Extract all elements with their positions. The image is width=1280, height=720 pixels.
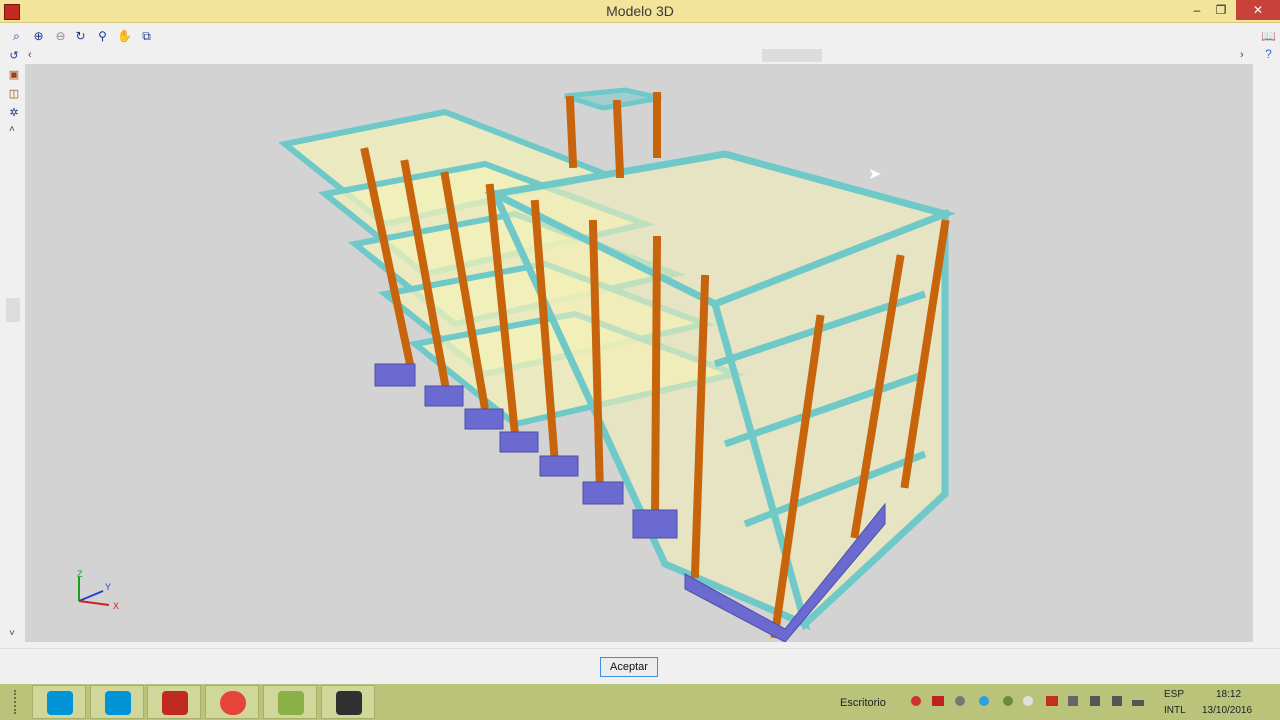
scroll-left-icon[interactable]: ‹ <box>28 49 32 61</box>
footing <box>499 431 539 453</box>
toolbar <box>0 23 1280 49</box>
taskbar-app-cypecad[interactable] <box>147 685 201 719</box>
zoom-extents-icon[interactable]: ⊕ <box>30 28 47 45</box>
footing <box>374 363 416 387</box>
axis-x-label: X <box>113 601 120 611</box>
3d-viewport[interactable]: Z Y X ➤ <box>25 64 1253 643</box>
taskbar-app-notes[interactable] <box>263 685 317 719</box>
footing <box>632 509 678 539</box>
redo-icon[interactable]: ↺ <box>6 48 22 64</box>
system-tray-icons[interactable] <box>906 694 1146 708</box>
building-3d-model <box>278 87 957 643</box>
cube-layers-icon[interactable]: ◫ <box>6 86 22 102</box>
clock-time[interactable]: 18:12 <box>1216 689 1241 700</box>
horizontal-scrollbar[interactable] <box>26 48 1254 64</box>
column <box>650 235 662 524</box>
taskbar-grip <box>14 690 22 714</box>
taskbar-app-skype-2[interactable] <box>90 685 144 719</box>
close-button[interactable]: ✕ <box>1236 0 1280 20</box>
taskbar-app-chrome[interactable] <box>205 685 259 719</box>
pan-hand-icon[interactable]: ✋ <box>116 28 133 45</box>
horizontal-scroll-thumb[interactable] <box>762 49 822 62</box>
cube-view-icon[interactable]: ▣ <box>6 67 22 83</box>
cursor-icon: ➤ <box>868 166 882 183</box>
footing <box>539 455 579 477</box>
column <box>565 95 578 169</box>
zoom-in-icon[interactable]: ⚲ <box>94 28 111 45</box>
cypecad-icon <box>162 691 188 715</box>
help-icon[interactable]: ? <box>1260 46 1277 63</box>
penthouse-slab <box>564 87 662 111</box>
taskbar-app-skype-1[interactable] <box>32 685 86 719</box>
minimize-button[interactable]: – <box>1186 0 1208 20</box>
vertical-scroll-thumb[interactable] <box>6 298 20 322</box>
view-select-icon[interactable]: ⧉ <box>138 28 155 45</box>
skype-icon <box>105 691 131 715</box>
desktop-toolbar-label[interactable]: Escritorio <box>840 697 886 709</box>
scroll-down-icon[interactable]: ˅ <box>9 628 15 639</box>
footing <box>424 385 464 407</box>
vertical-scrollbar[interactable] <box>4 122 22 642</box>
accept-button[interactable]: Aceptar <box>600 657 658 677</box>
skype-icon <box>47 691 73 715</box>
window-title: Modelo 3D <box>606 3 674 19</box>
settings-eye-icon[interactable]: ✲ <box>6 105 22 121</box>
keyboard-indicator[interactable]: INTL <box>1164 705 1186 716</box>
clock-date[interactable]: 13/10/2016 <box>1202 705 1252 716</box>
language-indicator[interactable]: ESP <box>1164 689 1184 700</box>
chrome-icon <box>220 691 246 715</box>
taskbar-app-camera[interactable] <box>321 685 375 719</box>
scroll-right-icon[interactable]: › <box>1240 49 1244 61</box>
rotate-view-icon[interactable]: ↻ <box>72 28 89 45</box>
camera-icon <box>336 691 362 715</box>
restore-button[interactable]: ❐ <box>1210 0 1232 20</box>
axis-z-label: Z <box>77 569 83 579</box>
scroll-up-icon[interactable]: ˄ <box>9 124 15 135</box>
zoom-previous-icon[interactable]: ⊖ <box>52 28 69 45</box>
book-icon[interactable]: 📖 <box>1260 28 1277 45</box>
notes-icon <box>278 691 304 715</box>
zoom-window-icon[interactable]: ⌕ <box>8 28 25 45</box>
footing <box>464 408 504 430</box>
footing <box>582 481 624 505</box>
column <box>612 99 625 179</box>
axis-y-label: Y <box>105 582 112 592</box>
